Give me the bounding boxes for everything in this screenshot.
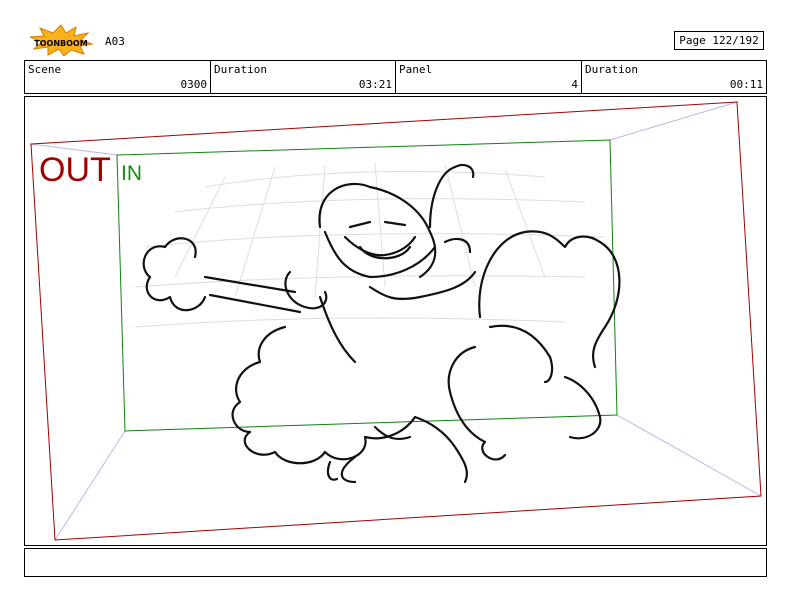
svg-text:TOONBOOM: TOONBOOM xyxy=(34,39,87,48)
in-frame xyxy=(116,139,618,432)
panel-value: 4 xyxy=(571,78,578,91)
sequence-id: A03 xyxy=(105,35,125,48)
scene-duration-value: 03:21 xyxy=(358,78,392,91)
panel-label: Panel xyxy=(399,63,433,76)
character-sketch xyxy=(142,163,621,484)
panel-duration-label: Duration xyxy=(585,63,638,76)
scene-value: 0300 xyxy=(180,78,208,91)
panel-duration-cell: Duration 00:11 xyxy=(582,61,766,93)
scene-cell: Scene 0300 xyxy=(25,61,211,93)
scene-duration-cell: Duration 03:21 xyxy=(211,61,396,93)
scene-label: Scene xyxy=(28,63,62,76)
caption-box xyxy=(24,548,767,577)
toonboom-logo: TOONBOOM xyxy=(26,24,96,57)
info-row: Scene 0300 Duration 03:21 Panel 4 Durati… xyxy=(24,60,767,94)
panel-duration-value: 00:11 xyxy=(729,78,763,91)
storyboard-panel: OUT IN xyxy=(24,96,767,546)
panel-cell: Panel 4 xyxy=(396,61,582,93)
out-label: OUT xyxy=(39,151,111,189)
page-indicator: Page 122/192 xyxy=(674,31,764,50)
in-label: IN xyxy=(121,162,142,185)
scene-duration-label: Duration xyxy=(214,63,267,76)
